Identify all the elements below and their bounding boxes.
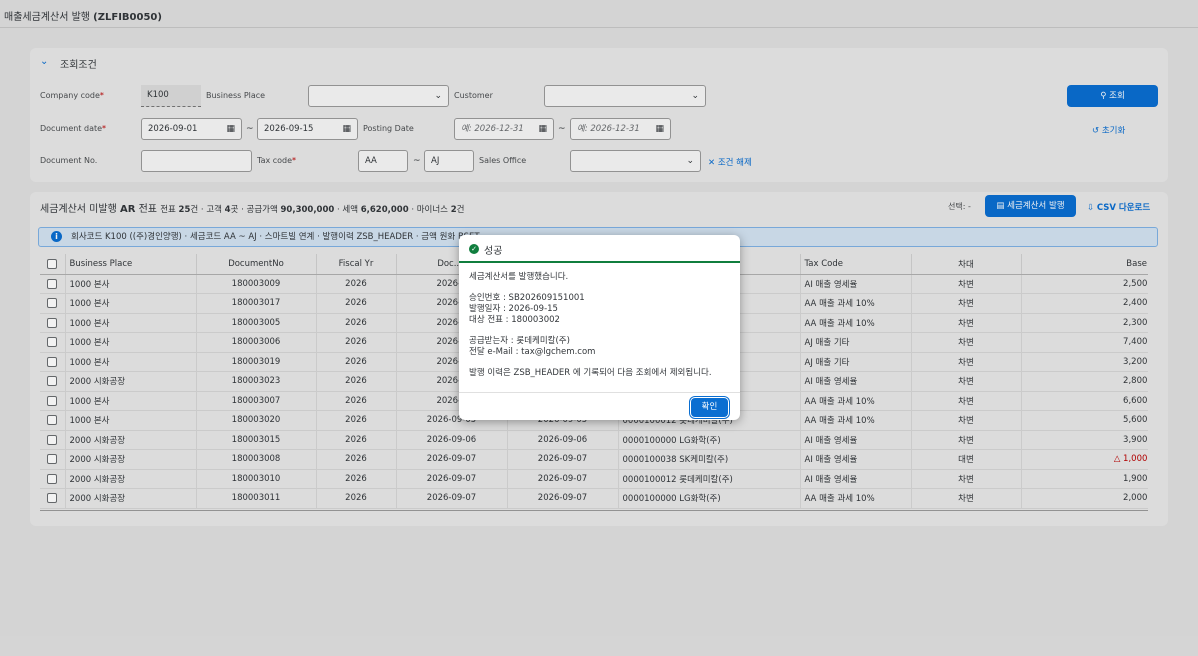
- recipient-email: 전달 e-Mail : tax@lgchem.com: [469, 347, 596, 357]
- check-circle-icon: ✓: [469, 244, 479, 254]
- confirm-button[interactable]: 확인: [691, 398, 728, 417]
- dialog-header: ✓ 성공: [459, 235, 740, 263]
- dialog-message: 세금계산서를 발행했습니다. 승인번호 : SB202609151001 발행일…: [469, 272, 712, 379]
- recipient: 공급받는자 : 롯데케미칼(주): [469, 336, 570, 346]
- message-line: 세금계산서를 발행했습니다.: [469, 272, 569, 282]
- dialog-footer: 확인: [459, 392, 740, 420]
- dialog-title: 성공: [484, 246, 503, 257]
- approval-number: 승인번호 : SB202609151001: [469, 293, 585, 303]
- target-document: 대상 전표 : 180003002: [469, 315, 560, 325]
- success-dialog: ✓ 성공 세금계산서를 발행했습니다. 승인번호 : SB20260915100…: [459, 235, 740, 420]
- history-note: 발행 이력은 ZSB_HEADER 에 기록되어 다음 조회에서 제외됩니다.: [469, 368, 712, 378]
- issue-date: 발행일자 : 2026-09-15: [469, 304, 558, 314]
